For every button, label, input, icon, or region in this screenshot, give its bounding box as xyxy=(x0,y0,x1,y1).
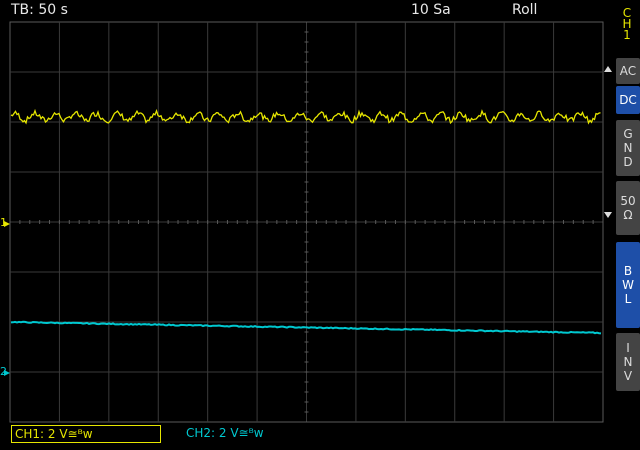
ch1-ground-marker[interactable]: 1 xyxy=(0,216,10,229)
ch2-marker-arrow-icon xyxy=(4,370,10,376)
impedance-50ohm-button[interactable]: 50 Ω xyxy=(616,181,640,235)
ch1-marker-arrow-icon xyxy=(4,221,10,227)
ch1-settings-box[interactable]: CH1: 2 V≅ᴮw xyxy=(11,425,161,443)
ch2-settings-label[interactable]: CH2: 2 V≅ᴮw xyxy=(186,425,264,441)
invert-button[interactable]: INV xyxy=(616,333,640,391)
coupling-dc-button[interactable]: DC xyxy=(616,86,640,114)
ch2-ground-marker[interactable]: 2 xyxy=(0,365,10,378)
scroll-down-arrow-icon[interactable] xyxy=(604,212,612,218)
coupling-ac-button[interactable]: AC xyxy=(616,58,640,84)
scroll-up-arrow-icon[interactable] xyxy=(604,66,612,72)
channel-side-panel: C H 1 AC DC GND 50 Ω BWL INV xyxy=(614,0,640,450)
scope-display: 1 2 xyxy=(0,21,612,423)
coupling-gnd-button[interactable]: GND xyxy=(616,120,640,176)
bandwidth-limit-button[interactable]: BWL xyxy=(616,242,640,328)
channel-status-bar: CH1: 2 V≅ᴮw CH2: 2 V≅ᴮw xyxy=(0,423,640,450)
side-channel-label: C H 1 xyxy=(622,6,632,42)
